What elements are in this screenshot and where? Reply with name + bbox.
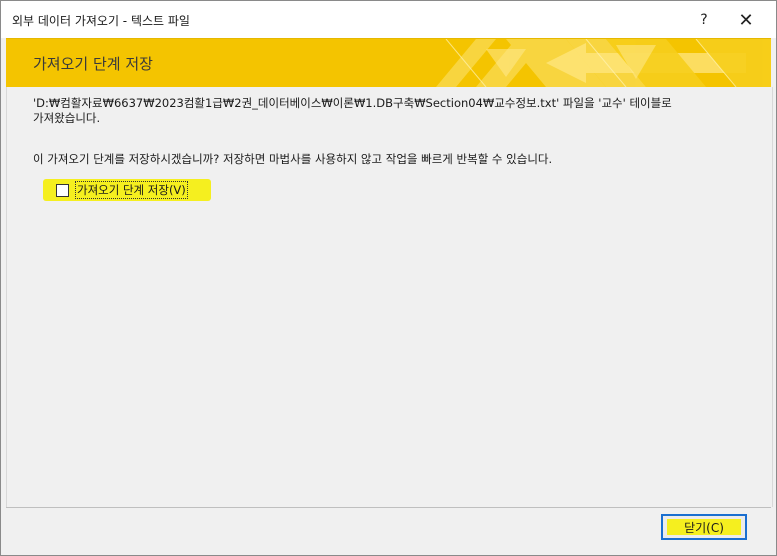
save-steps-checkbox[interactable]: 가져오기 단계 저장(V) bbox=[56, 181, 188, 199]
message-line-2: 가져왔습니다. bbox=[33, 111, 101, 125]
help-icon: ? bbox=[700, 12, 708, 28]
close-button[interactable]: 닫기(C) bbox=[661, 514, 747, 540]
checkbox-square-icon[interactable] bbox=[56, 183, 69, 197]
save-steps-label[interactable]: 가져오기 단계 저장(V) bbox=[75, 181, 188, 199]
save-question-text: 이 가져오기 단계를 저장하시겠습니까? 저장하면 마법사를 사용하지 않고 작… bbox=[33, 152, 553, 166]
dialog-footer: 닫기(C) bbox=[6, 507, 771, 548]
content-area: 'D:₩컴활자료₩6637₩2023컴활1급₩2권_데이터베이스₩이론₩1.DB… bbox=[6, 87, 773, 507]
close-icon: ✕ bbox=[738, 9, 754, 31]
wizard-banner: 가져오기 단계 저장 bbox=[6, 38, 771, 87]
message-line-1: 'D:₩컴활자료₩6637₩2023컴활1급₩2권_데이터베이스₩이론₩1.DB… bbox=[33, 96, 672, 110]
import-dialog-window: 외부 데이터 가져오기 - 텍스트 파일 ? ✕ 가져오기 단계 저장 'D:₩… bbox=[0, 0, 777, 556]
window-title: 외부 데이터 가져오기 - 텍스트 파일 bbox=[12, 14, 190, 28]
window-close-button[interactable]: ✕ bbox=[731, 7, 761, 33]
help-button[interactable]: ? bbox=[689, 7, 719, 33]
close-button-label[interactable]: 닫기(C) bbox=[667, 519, 741, 535]
banner-title: 가져오기 단계 저장 bbox=[33, 55, 153, 73]
title-bar[interactable]: 외부 데이터 가져오기 - 텍스트 파일 ? ✕ bbox=[1, 1, 776, 38]
import-result-message: 'D:₩컴활자료₩6637₩2023컴활1급₩2권_데이터베이스₩이론₩1.DB… bbox=[33, 96, 733, 126]
